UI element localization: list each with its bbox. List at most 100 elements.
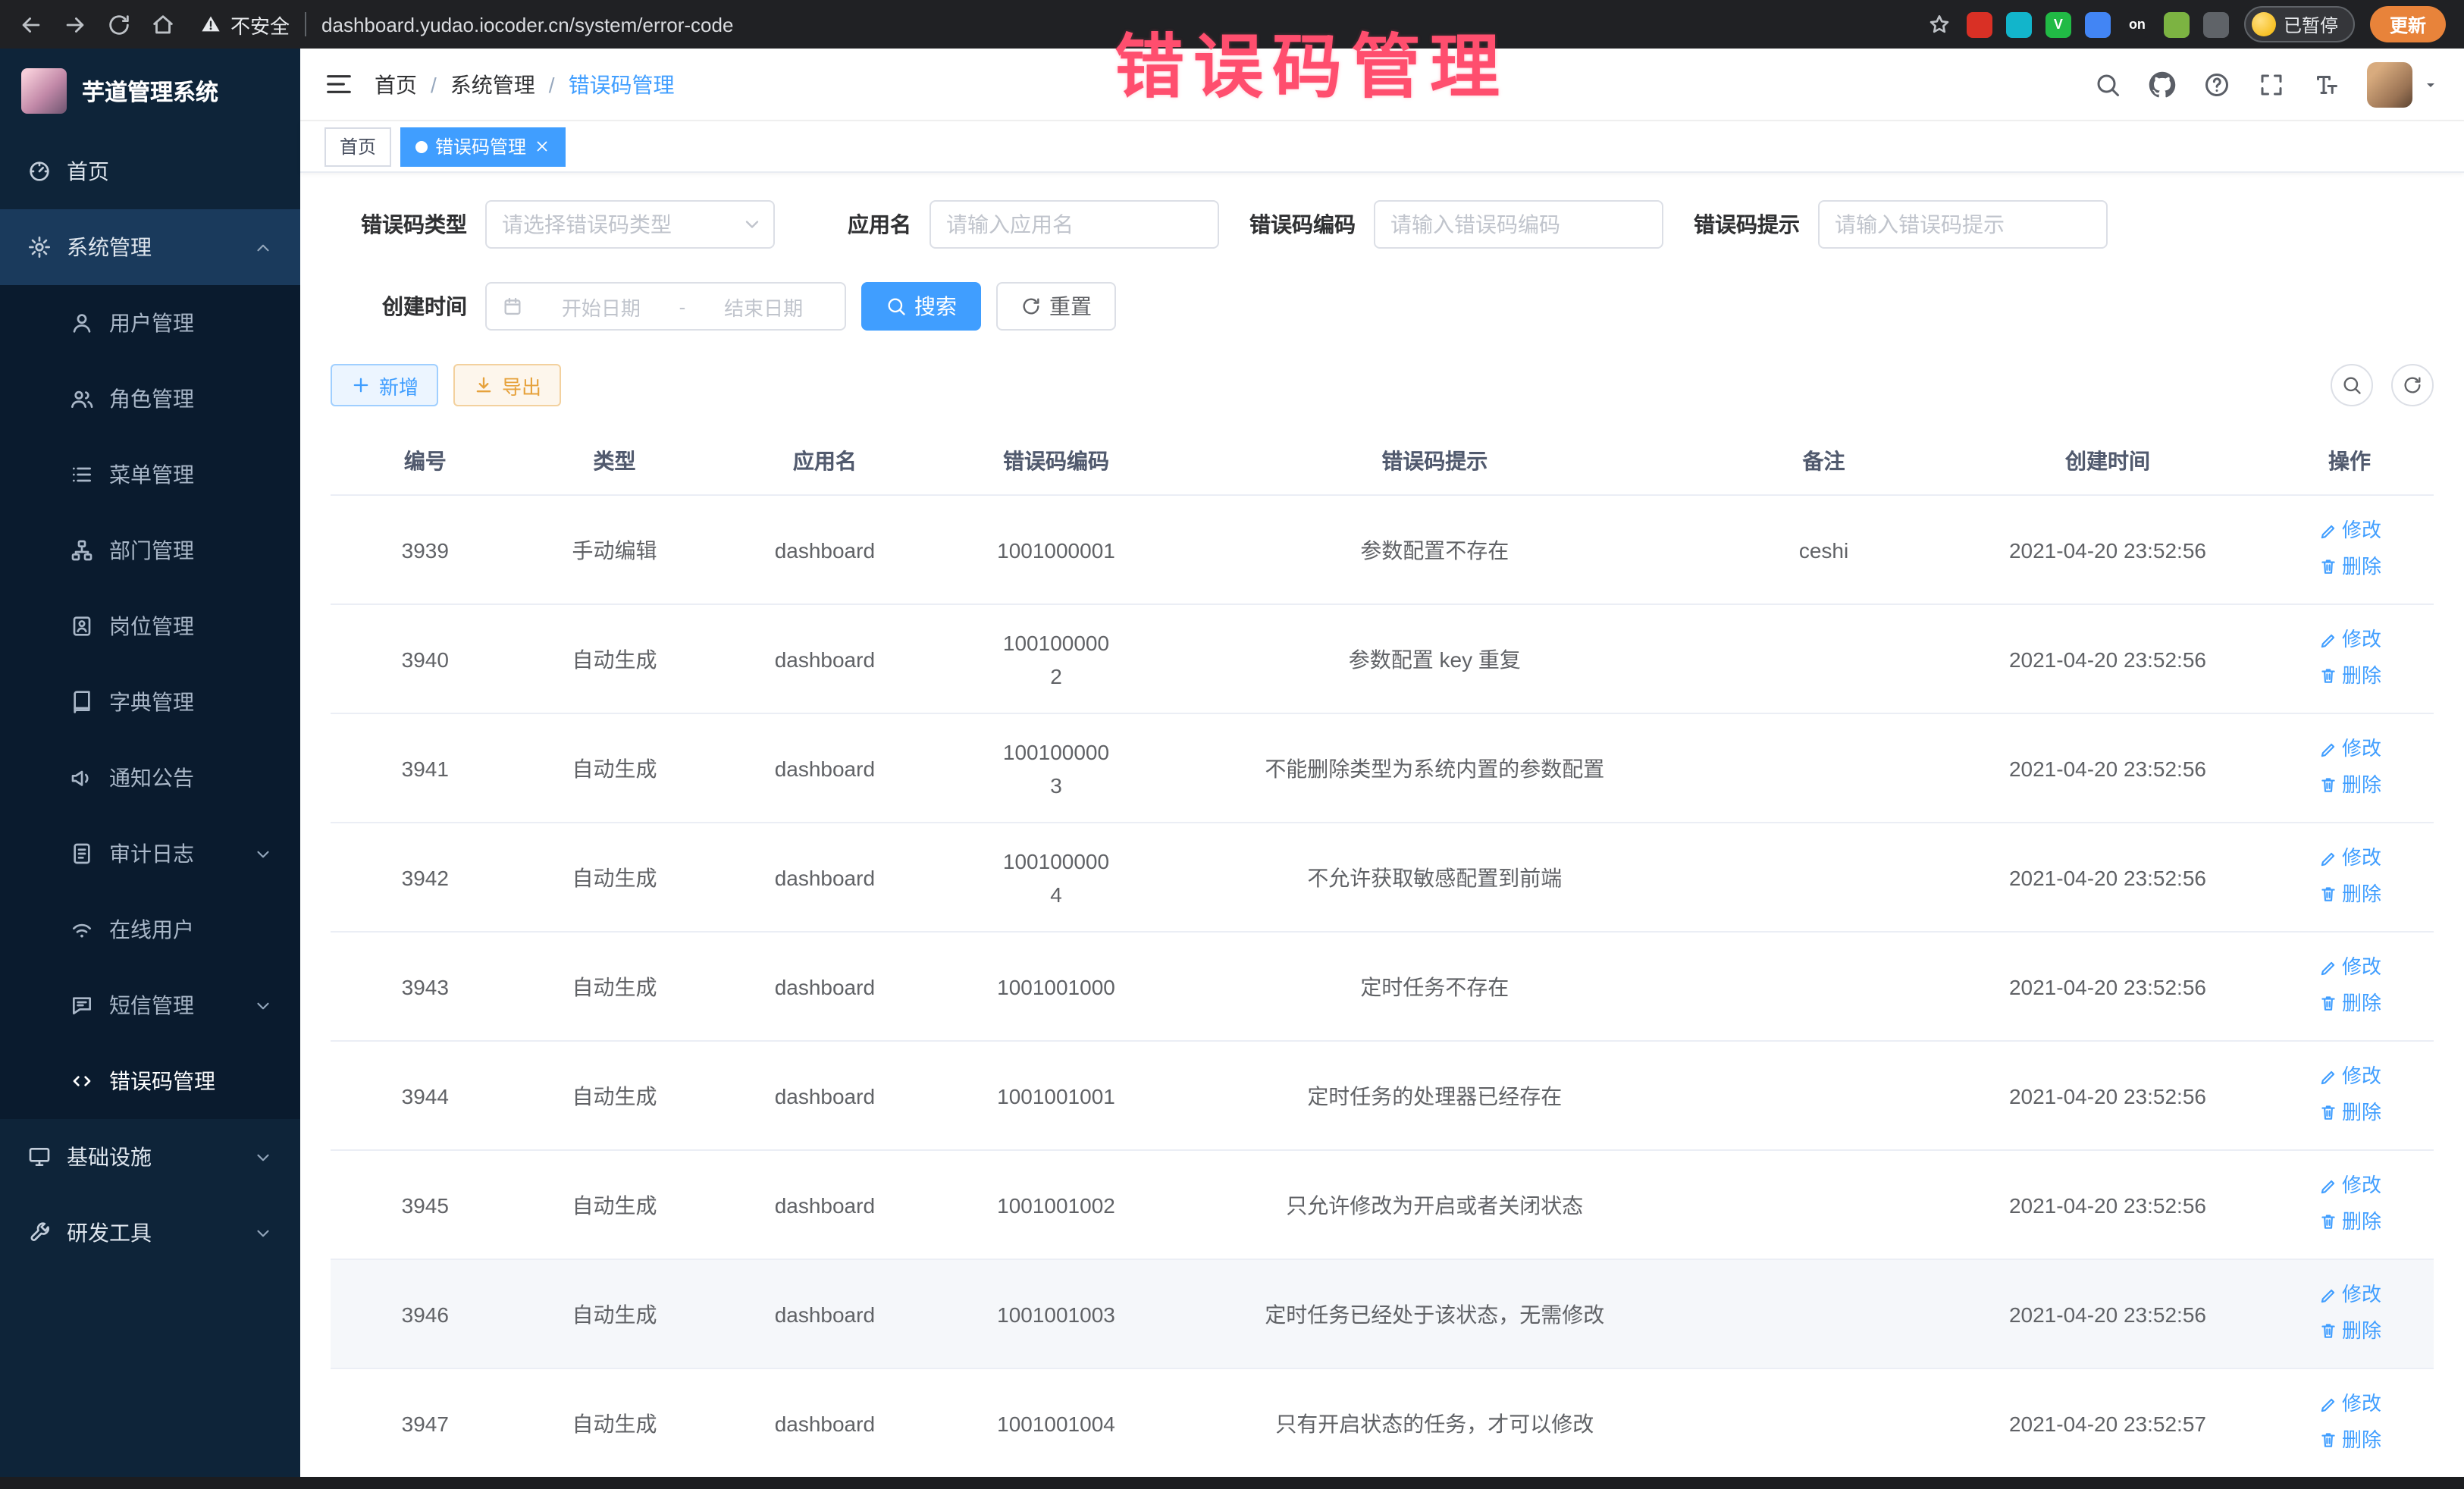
cell-msg: 只允许修改为开启或者关闭状态 — [1172, 1150, 1698, 1259]
sidebar-item-label: 菜单管理 — [109, 459, 194, 490]
tag-error-code[interactable]: 错误码管理 — [400, 127, 566, 166]
edit-link[interactable]: 修改 — [2318, 514, 2381, 547]
edit-link[interactable]: 修改 — [2318, 1278, 2381, 1312]
sidebar-item-role[interactable]: 角色管理 — [0, 361, 300, 437]
sidebar-item-home[interactable]: 首页 — [0, 133, 300, 209]
edit-label: 修改 — [2342, 1169, 2381, 1202]
cell-type: 手动编辑 — [520, 495, 710, 604]
cell-msg: 只有开启状态的任务，才可以修改 — [1172, 1368, 1698, 1477]
sidebar-item-audit-log[interactable]: 审计日志 — [0, 816, 300, 892]
download-icon — [473, 375, 494, 396]
breadcrumb-item: 错误码管理 — [569, 69, 675, 99]
tags-view: 首页错误码管理 — [300, 121, 2464, 173]
edit-link[interactable]: 修改 — [2318, 623, 2381, 657]
breadcrumb-item[interactable]: 首页 — [375, 69, 417, 99]
menu-fold-icon[interactable] — [324, 70, 353, 99]
error-code-input[interactable] — [1374, 200, 1663, 249]
sidebar-item-user[interactable]: 用户管理 — [0, 285, 300, 361]
bookmark-star-icon[interactable] — [1927, 12, 1951, 36]
sidebar-item-sms[interactable]: 短信管理 — [0, 967, 300, 1043]
breadcrumb-item[interactable]: 系统管理 — [450, 69, 535, 99]
sidebar-item-error-code[interactable]: 错误码管理 — [0, 1043, 300, 1119]
ext-grid-icon[interactable] — [2085, 11, 2111, 37]
sidebar-item-menu[interactable]: 菜单管理 — [0, 437, 300, 513]
delete-label: 删除 — [2342, 1314, 2381, 1347]
edit-link[interactable]: 修改 — [2318, 1169, 2381, 1202]
delete-label: 删除 — [2342, 1096, 2381, 1129]
add-button[interactable]: 新增 — [331, 364, 438, 406]
delete-link[interactable]: 删除 — [2318, 1314, 2381, 1347]
ext-puzzle-icon[interactable] — [2203, 11, 2229, 37]
warning-icon — [200, 14, 221, 35]
edit-label: 修改 — [2342, 514, 2381, 547]
security-indicator[interactable]: 不安全 — [200, 10, 290, 39]
edit-link[interactable]: 修改 — [2318, 1387, 2381, 1421]
export-button[interactable]: 导出 — [453, 364, 561, 406]
cell-type: 自动生成 — [520, 932, 710, 1041]
sidebar-item-label: 审计日志 — [109, 839, 194, 869]
browser-update-button[interactable]: 更新 — [2370, 6, 2446, 42]
cell-msg: 不能删除类型为系统内置的参数配置 — [1172, 713, 1698, 823]
table-row: 3944自动生成dashboard1001001001定时任务的处理器已经存在2… — [331, 1041, 2434, 1150]
ext-green-icon[interactable] — [2164, 11, 2190, 37]
paused-badge[interactable]: 已暂停 — [2244, 6, 2355, 42]
delete-label: 删除 — [2342, 1423, 2381, 1456]
cell-code: 1001001001 — [940, 1041, 1171, 1150]
sidebar-item-infra[interactable]: 基础设施 — [0, 1119, 300, 1195]
search-icon — [886, 296, 907, 317]
end-date-placeholder: 结束日期 — [698, 292, 829, 321]
filter-time: 创建时间 开始日期 - 结束日期 — [331, 282, 846, 331]
delete-link[interactable]: 删除 — [2318, 550, 2381, 583]
address-bar[interactable]: dashboard.yudao.iocoder.cn/system/error-… — [321, 13, 733, 36]
reset-button[interactable]: 重置 — [996, 282, 1116, 331]
error-msg-input[interactable] — [1818, 200, 2108, 249]
app-logo[interactable]: 芋道管理系统 — [0, 49, 300, 133]
ext-teal-icon[interactable] — [2006, 11, 2032, 37]
cell-msg: 参数配置不存在 — [1172, 495, 1698, 604]
sidebar-item-online-user[interactable]: 在线用户 — [0, 892, 300, 967]
app-name-input[interactable] — [929, 200, 1219, 249]
bottom-edge — [0, 1477, 2464, 1489]
delete-link[interactable]: 删除 — [2318, 1096, 2381, 1129]
edit-link[interactable]: 修改 — [2318, 732, 2381, 766]
cell-actions: 修改删除 — [2265, 1368, 2434, 1477]
delete-link[interactable]: 删除 — [2318, 1205, 2381, 1238]
delete-link[interactable]: 删除 — [2318, 986, 2381, 1020]
sidebar-item-notice[interactable]: 通知公告 — [0, 740, 300, 816]
breadcrumb-separator: / — [549, 72, 555, 96]
delete-link[interactable]: 删除 — [2318, 659, 2381, 692]
edit-link[interactable]: 修改 — [2318, 1060, 2381, 1093]
sidebar-item-dict[interactable]: 字典管理 — [0, 664, 300, 740]
edit-link[interactable]: 修改 — [2318, 842, 2381, 875]
cell-msg: 定时任务已经处于该状态，无需修改 — [1172, 1259, 1698, 1368]
user-menu[interactable] — [2367, 61, 2440, 107]
edit-label: 修改 — [2342, 1278, 2381, 1312]
tag-home[interactable]: 首页 — [324, 127, 391, 166]
filter-type-select[interactable] — [485, 200, 775, 249]
cell-msg: 定时任务不存在 — [1172, 932, 1698, 1041]
sidebar-item-post[interactable]: 岗位管理 — [0, 588, 300, 664]
avatar — [2367, 61, 2412, 107]
type-select-input[interactable] — [485, 200, 775, 249]
refresh-table-button[interactable] — [2391, 364, 2434, 406]
cell-code: 1001001003 — [940, 1259, 1171, 1368]
sidebar-item-dept[interactable]: 部门管理 — [0, 513, 300, 588]
toggle-search-button[interactable] — [2331, 364, 2373, 406]
date-range-picker[interactable]: 开始日期 - 结束日期 — [485, 282, 846, 331]
navbar-actions — [2094, 61, 2440, 107]
delete-link[interactable]: 删除 — [2318, 768, 2381, 801]
wrench-icon — [27, 1221, 52, 1245]
delete-link[interactable]: 删除 — [2318, 1423, 2381, 1456]
ext-red-icon[interactable] — [1967, 11, 1992, 37]
browser-chrome: 不安全 dashboard.yudao.iocoder.cn/system/er… — [0, 0, 2464, 49]
search-button[interactable]: 搜索 — [861, 282, 981, 331]
ext-on-icon[interactable]: on — [2124, 11, 2150, 37]
sidebar-item-devtools[interactable]: 研发工具 — [0, 1195, 300, 1271]
sidebar-item-system[interactable]: 系统管理 — [0, 209, 300, 285]
cell-remark — [1698, 1150, 1950, 1259]
cell-id: 3945 — [331, 1150, 520, 1259]
ext-vue-icon[interactable]: V — [2045, 11, 2071, 37]
edit-link[interactable]: 修改 — [2318, 951, 2381, 984]
sidebar-item-label: 字典管理 — [109, 687, 194, 717]
delete-link[interactable]: 删除 — [2318, 877, 2381, 911]
